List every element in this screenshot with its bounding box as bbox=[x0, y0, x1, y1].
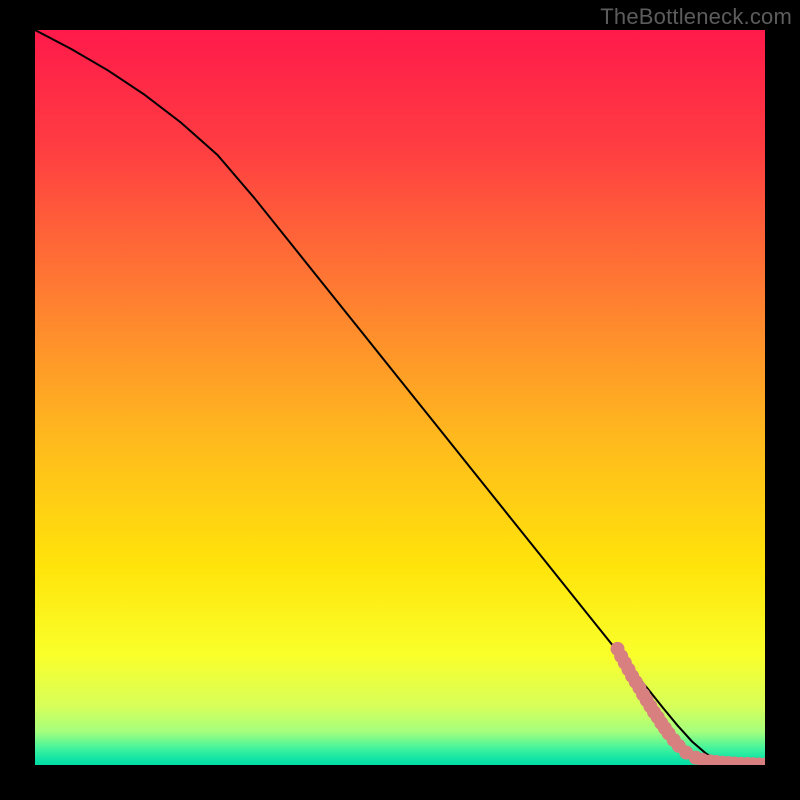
plot-area bbox=[35, 30, 765, 765]
chart-container: TheBottleneck.com bbox=[0, 0, 800, 800]
attribution-label: TheBottleneck.com bbox=[600, 4, 792, 30]
chart-svg bbox=[35, 30, 765, 765]
chart-background bbox=[35, 30, 765, 765]
